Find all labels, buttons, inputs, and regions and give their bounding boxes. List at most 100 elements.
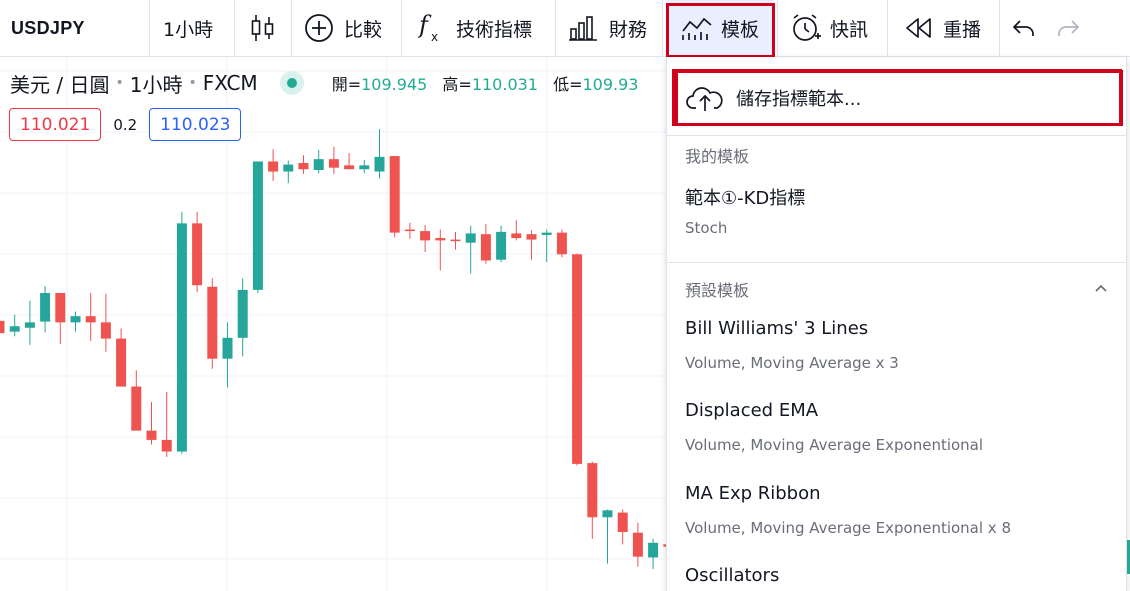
candles-icon: [251, 15, 274, 41]
open-label: 開=: [331, 75, 362, 94]
template-title: 範本①-KD指標: [685, 188, 806, 209]
high-value: 110.031: [471, 75, 538, 94]
candle-body: [404, 229, 415, 232]
toolbar-divider: [149, 0, 150, 56]
redo-button[interactable]: [1056, 0, 1080, 56]
spread-value: 0.2: [113, 115, 138, 134]
save-template-highlight: [672, 69, 1122, 126]
chart-type-button[interactable]: [250, 0, 276, 56]
legend-separator: •: [188, 75, 197, 91]
candle-body: [313, 159, 324, 170]
trade-buttons: 110.021 0.2 110.023: [9, 108, 242, 141]
template-subtitle: Stoch: [685, 219, 728, 237]
template-subtitle: Volume, Moving Average Exponentional: [685, 436, 984, 454]
sell-button[interactable]: 110.021: [9, 108, 102, 141]
low-label: 低=: [553, 75, 583, 94]
candle-body: [100, 322, 111, 339]
candle-body: [480, 234, 491, 261]
buy-button[interactable]: 110.023: [149, 108, 242, 141]
candle-body: [176, 223, 187, 452]
candle-body: [222, 337, 233, 359]
candle-body: [632, 532, 643, 557]
candle-body: [40, 292, 51, 322]
market-status-icon[interactable]: [279, 71, 304, 95]
alarm-clock-icon: [793, 14, 821, 41]
replay-button[interactable]: 重播: [905, 0, 981, 56]
candle-body: [420, 231, 431, 241]
template-title: Displaced EMA: [685, 400, 819, 421]
candle-body: [541, 232, 552, 235]
template-title: Bill Williams' 3 Lines: [685, 318, 869, 339]
financials-label: 財務: [609, 18, 648, 41]
function-icon: f x: [418, 12, 438, 44]
template-subtitle: Volume, Moving Average Exponentional x 8: [685, 519, 1011, 537]
compare-label: 比較: [344, 18, 383, 41]
divider: [667, 262, 1126, 263]
divider: [667, 135, 1126, 136]
candle-body: [587, 463, 598, 518]
symbol-search-button[interactable]: USDJPY: [11, 0, 85, 56]
candle-body: [511, 233, 522, 239]
candle-body: [328, 159, 339, 168]
candle-body: [556, 232, 567, 255]
legend-source: FXCM: [202, 71, 258, 95]
chart-legend: 美元 / 日圓 • 1小時 • FXCM 開=109.945 高=110.031…: [10, 66, 648, 100]
redo-icon: [1058, 20, 1080, 36]
toolbar-divider: [555, 0, 556, 56]
candle-body: [435, 238, 446, 241]
toolbar-divider: [999, 0, 1000, 56]
toolbar-divider: [777, 0, 778, 56]
alert-label: 快訊: [830, 18, 869, 41]
candle-body: [465, 233, 476, 243]
candle-body: [602, 510, 613, 518]
candle-body: [207, 286, 218, 359]
candle-body: [0, 320, 5, 334]
templates-button-highlight: [666, 3, 775, 58]
ohlc-values: 開=109.945 高=110.031 低=109.93: [332, 71, 649, 95]
undo-icon: [1012, 20, 1034, 36]
candle-body: [496, 231, 507, 260]
financials-button[interactable]: 財務: [569, 0, 647, 56]
candle-body: [237, 289, 248, 338]
legend-separator: •: [115, 75, 124, 91]
top-toolbar: USDJPY 1小時 比較 f x 技術指標 財務 模板 快訊 重播: [0, 0, 1130, 58]
candle-body: [116, 338, 127, 387]
undo-button[interactable]: [1012, 0, 1036, 56]
candle-body: [526, 234, 537, 240]
legend-pair[interactable]: 美元 / 日圓: [10, 69, 109, 98]
plus-circle-icon: [305, 14, 333, 42]
candle-body: [131, 386, 142, 431]
candle-body: [374, 156, 385, 172]
templates-dropdown: 儲存指標範本... 我的模板 範本①-KD指標 Stoch 預設模板 Bill …: [666, 57, 1127, 591]
low-value: 109.93: [582, 75, 639, 94]
svg-text:f: f: [418, 12, 432, 39]
template-title: Oscillators: [685, 565, 780, 586]
my-templates-heading: 我的模板: [685, 147, 750, 166]
candle-body: [617, 512, 628, 532]
candle-body: [24, 322, 35, 328]
candle-body: [572, 254, 583, 464]
indicators-button[interactable]: f x 技術指標: [418, 0, 532, 56]
candle-body: [85, 316, 96, 323]
candle-body: [344, 165, 355, 170]
compare-button[interactable]: 比較: [304, 0, 382, 56]
toolbar-divider: [234, 0, 235, 56]
template-title: MA Exp Ribbon: [685, 483, 821, 504]
chevron-up-icon[interactable]: [1094, 283, 1108, 293]
candle-body: [359, 165, 370, 170]
toolbar-divider: [662, 0, 663, 56]
candle-body: [389, 156, 400, 233]
candle-body: [648, 542, 659, 558]
candle-body: [161, 439, 172, 452]
interval-button[interactable]: 1小時: [163, 0, 213, 56]
candle-body: [268, 161, 279, 172]
svg-text:x: x: [431, 30, 438, 44]
rewind-icon: [906, 18, 931, 38]
candle-body: [9, 326, 20, 332]
high-label: 高=: [442, 75, 472, 94]
candle-body: [450, 239, 461, 242]
candle-body: [298, 163, 309, 170]
candle-body: [283, 164, 294, 172]
replay-label: 重播: [943, 18, 982, 41]
alert-button[interactable]: 快訊: [790, 0, 868, 56]
